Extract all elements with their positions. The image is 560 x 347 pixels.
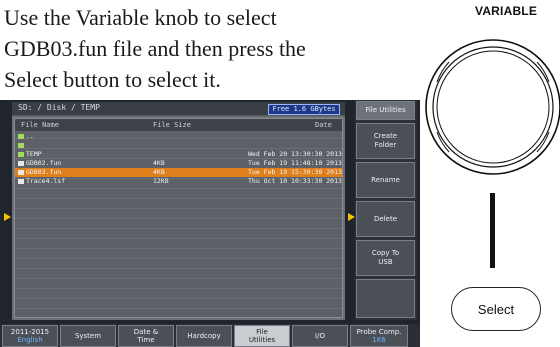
copy-to-usb-button[interactable]: Copy To USB <box>356 240 415 276</box>
instruction-line-2: GDB03.fun file and then press the <box>4 36 306 61</box>
free-space-indicator: Free 1.6 GBytes <box>268 104 340 115</box>
file-row[interactable]: TEMP Wed Feb 20 13:30:30 2013 <box>15 150 342 159</box>
file-name: Trace4.lsf <box>26 177 66 185</box>
file-date: Wed Feb 20 13:30:30 2013 <box>248 150 342 158</box>
bottom-menu-sublabel: English <box>17 336 43 344</box>
file-name: GDB02.fun <box>26 159 62 167</box>
left-position-marker <box>4 213 11 221</box>
file-date: Tue Feb 19 15:30:30 2013 <box>248 168 342 176</box>
file-row[interactable] <box>15 141 342 150</box>
bottom-menu-date-time-button[interactable]: Date & Time <box>118 325 174 347</box>
bottom-menu-sublabel: 1K6 <box>372 336 386 344</box>
file-size: 12KB <box>153 177 169 185</box>
file-size: 4KB <box>153 159 165 167</box>
select-button[interactable]: Select <box>451 287 541 331</box>
file-icon <box>18 179 24 184</box>
bottom-menu-i-o-button[interactable]: I/O <box>292 325 348 347</box>
variable-knob[interactable] <box>425 22 560 192</box>
bottom-menu-label: System <box>74 332 102 340</box>
bottom-menu-2011-2015-button[interactable]: 2011-2015 English <box>2 325 58 347</box>
file-list[interactable]: File Name File Size Date .. TEMP Wed Feb 2… <box>14 118 343 318</box>
instruction-text: Use the Variable knob to select GDB03.fu… <box>4 2 434 95</box>
pointer-line <box>490 193 495 268</box>
folder-icon <box>18 152 24 157</box>
file-icon <box>18 170 24 175</box>
file-browser-screen: SD: / Disk / TEMP Free 1.6 GBytes File N… <box>12 102 345 320</box>
column-header-size: File Size <box>153 121 191 129</box>
file-date: Tue Feb 19 11:48:10 2013 <box>248 159 342 167</box>
file-name: .. <box>26 132 34 140</box>
bottom-menu-label: File Utilities <box>248 328 276 344</box>
file-date: Thu Oct 10 10:33:30 2013 <box>248 177 342 185</box>
bottom-soft-menu: 2011-2015 English System Date & Time Hardcop… <box>0 324 420 347</box>
create-folder-button[interactable]: Create Folder <box>356 123 415 159</box>
instruction-line-1: Use the Variable knob to select <box>4 5 277 30</box>
file-browser-topbar: SD: / Disk / TEMP Free 1.6 GBytes <box>12 102 345 116</box>
column-header-name: File Name <box>21 121 59 129</box>
bottom-menu-hardcopy-button[interactable]: Hardcopy <box>176 325 232 347</box>
file-row-selected[interactable]: GDB03.fun 4KB Tue Feb 19 15:30:30 2013 <box>15 168 342 177</box>
file-size: 4KB <box>153 168 165 176</box>
bottom-menu-system-button[interactable]: System <box>60 325 116 347</box>
file-list-header: File Name File Size Date <box>15 119 342 131</box>
file-row[interactable]: GDB02.fun 4KB Tue Feb 19 11:48:10 2013 <box>15 159 342 168</box>
instruction-line-3: Select button to select it. <box>4 67 221 92</box>
bottom-menu-label: Hardcopy <box>187 332 221 340</box>
variable-knob-label: VARIABLE <box>475 4 538 18</box>
bottom-menu-label: 2011-2015 <box>10 328 50 336</box>
bottom-menu-file-utilities-button[interactable]: File Utilities <box>234 325 290 347</box>
side-menu-empty-slot[interactable] <box>356 279 415 318</box>
file-name: GDB03.fun <box>26 168 62 176</box>
current-path: SD: / Disk / TEMP <box>18 103 100 112</box>
bottom-menu-label: I/O <box>315 332 325 340</box>
right-position-marker <box>348 213 355 221</box>
delete-button[interactable]: Delete <box>356 201 415 237</box>
rename-button[interactable]: Rename <box>356 162 415 198</box>
side-menu-title: File Utilities <box>356 101 415 120</box>
file-row[interactable]: Trace4.lsf 12KB Thu Oct 10 10:33:30 2013 <box>15 177 342 186</box>
folder-icon <box>18 134 24 139</box>
file-icon <box>18 161 24 166</box>
column-header-date: Date <box>315 121 332 129</box>
file-row[interactable]: .. <box>15 132 342 141</box>
bottom-menu-label: Date & Time <box>133 328 159 344</box>
file-name: TEMP <box>26 150 42 158</box>
oscilloscope-display: SD: / Disk / TEMP Free 1.6 GBytes File N… <box>0 100 420 347</box>
bottom-menu-label: Probe Comp. <box>356 328 402 336</box>
bottom-menu-probe-comp-button[interactable]: Probe Comp. 1K6 <box>350 325 408 347</box>
side-soft-menu: File Utilities Create Folder Rename Dele… <box>355 100 417 320</box>
folder-icon <box>18 143 24 148</box>
